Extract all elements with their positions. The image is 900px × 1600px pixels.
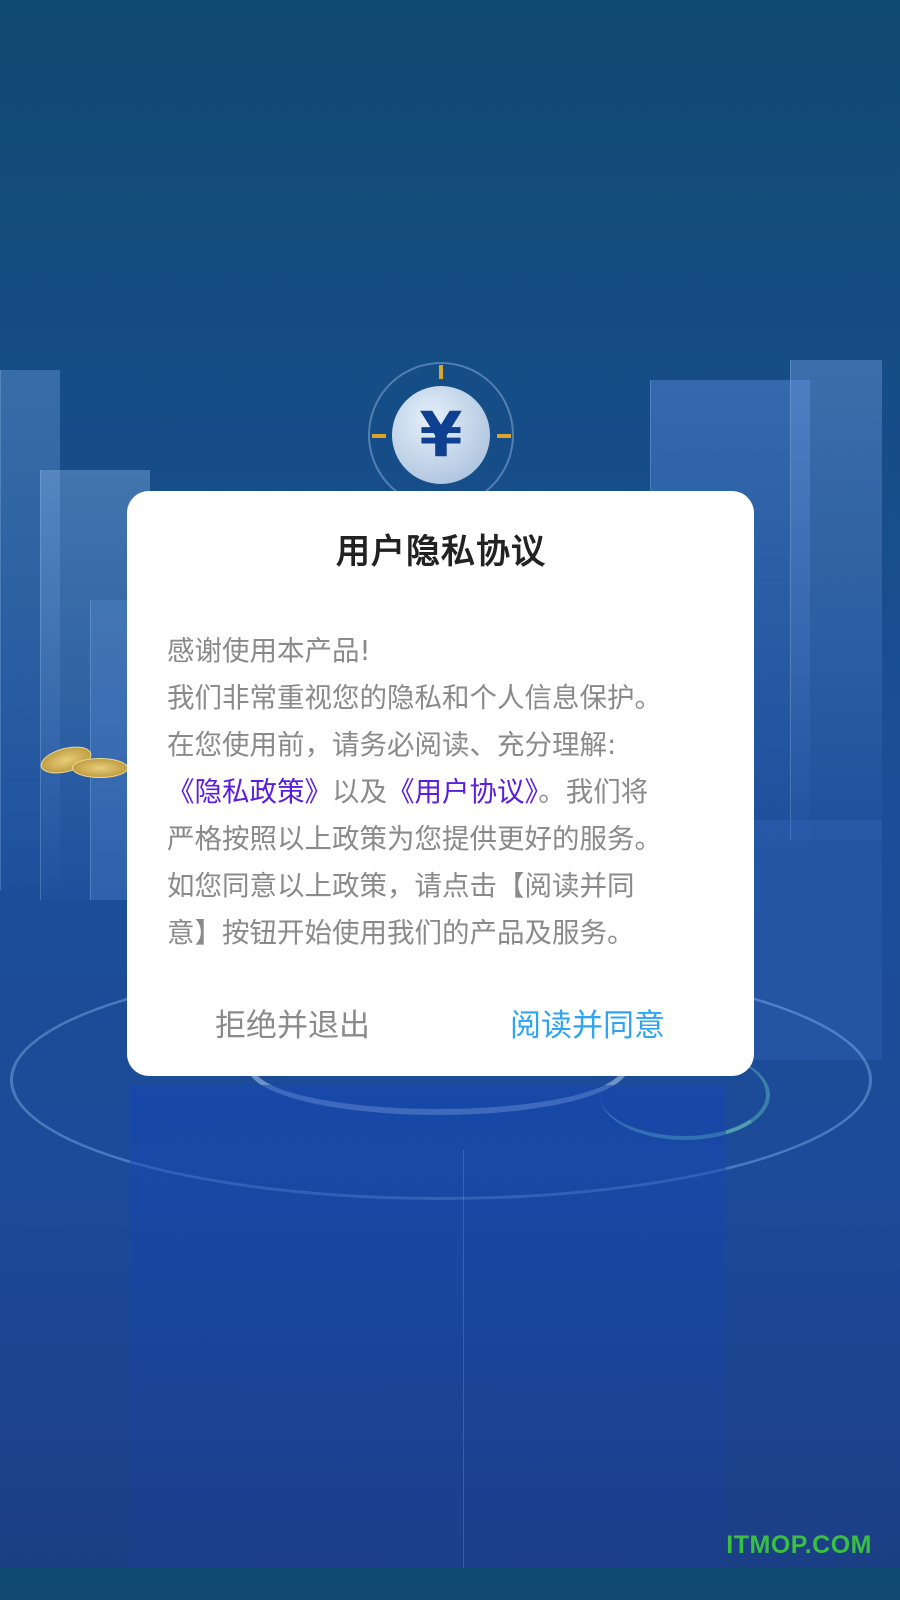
dialog-body: 感谢使用本产品! 我们非常重视您的隐私和个人信息保护。 在您使用前，请务必阅读、… [167, 628, 727, 957]
privacy-policy-link[interactable]: 《隐私政策》 [167, 776, 332, 808]
user-agreement-link[interactable]: 《用户协议》 [387, 776, 538, 808]
reject-exit-button[interactable]: 拒绝并退出 [215, 1001, 375, 1051]
body-line-7: 意】按钮开始使用我们的产品及服务。 [167, 917, 635, 949]
and-text: 以及 [332, 776, 387, 808]
yen-icon: ¥ [392, 386, 490, 484]
body-line-1: 感谢使用本产品! [167, 635, 371, 667]
body-line-3: 在您使用前，请务必阅读、充分理解: [167, 729, 617, 761]
platform-pillar [130, 1085, 726, 1568]
body-line-5: 严格按照以上政策为您提供更好的服务。 [167, 823, 662, 855]
dialog-title: 用户隐私协议 [0, 524, 882, 573]
badge-tick-right [497, 434, 511, 438]
read-agree-button[interactable]: 阅读并同意 [510, 1001, 670, 1051]
body-line-4: 《隐私政策》以及《用户协议》。我们将 [167, 769, 727, 816]
yen-badge: ¥ [368, 362, 514, 508]
pillar-edge [463, 1150, 464, 1568]
watermark-text: ITMOP.COM [726, 1531, 872, 1559]
building-right-2 [790, 360, 882, 840]
coin-icon [72, 758, 128, 778]
badge-tick-top [439, 365, 443, 379]
body-line-6: 如您同意以上政策，请点击【阅读并同 [167, 870, 635, 902]
badge-tick-left [372, 434, 386, 438]
dialog-title-text: 用户隐私协议 [336, 532, 546, 572]
body-line-2: 我们非常重视您的隐私和个人信息保护。 [167, 682, 662, 714]
body-line-4-tail: 。我们将 [538, 776, 649, 808]
